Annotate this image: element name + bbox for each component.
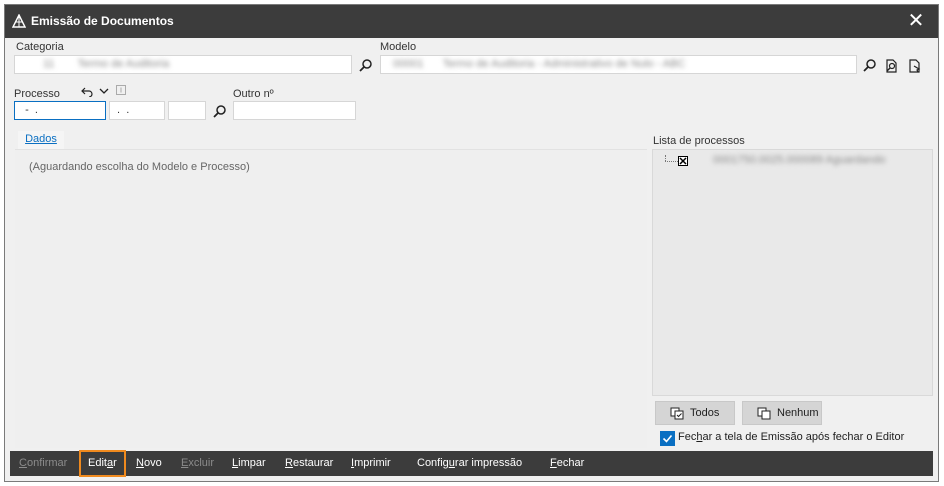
confirm-button[interactable]: Confirmar xyxy=(19,451,67,476)
search-icon[interactable] xyxy=(358,58,374,74)
close-after-editor-checkbox[interactable] xyxy=(660,431,675,446)
new-text: ovo xyxy=(143,457,162,469)
restore-button[interactable]: Restaurar xyxy=(285,451,333,476)
print-settings-text-post: rar impressão xyxy=(454,457,523,469)
document-arrow-icon[interactable] xyxy=(907,58,923,74)
edit-button[interactable]: Editar xyxy=(79,450,126,477)
process-list: 0001750.0025.000089 Aguardando xyxy=(652,149,933,396)
categoria-code: 11 xyxy=(43,58,55,70)
processo-label: Processo xyxy=(14,88,60,100)
copy-icon xyxy=(757,407,771,420)
print-text: mprimir xyxy=(354,457,391,469)
title-bar: Emissão de Documentos ✕ xyxy=(5,5,938,38)
x-mark-icon xyxy=(679,157,687,165)
search-icon[interactable] xyxy=(862,58,878,74)
close-text: echar xyxy=(556,457,585,469)
item-checkbox[interactable] xyxy=(678,156,688,166)
modelo-label: Modelo xyxy=(380,41,417,53)
delete-button[interactable]: Excluir xyxy=(181,451,214,476)
modelo-value: Termo de Auditoria - Administrativo de N… xyxy=(442,58,686,70)
restore-key: R xyxy=(285,457,293,469)
tab-dados-label: Dados xyxy=(25,133,57,145)
clear-button[interactable]: Limpar xyxy=(232,451,266,476)
modelo-code: 00001 xyxy=(393,58,424,70)
select-all-button[interactable]: Todos xyxy=(655,401,735,425)
option-text-pre: Fec xyxy=(678,431,697,443)
delete-text: xcluir xyxy=(188,457,215,469)
processo-part-1: - . xyxy=(19,104,38,116)
new-key: N xyxy=(136,457,144,469)
chevron-down-icon[interactable] xyxy=(98,85,110,97)
confirm-key: C xyxy=(19,457,27,469)
close-button[interactable]: Fechar xyxy=(550,451,584,476)
modelo-field[interactable]: 00001 Termo de Auditoria - Administrativ… xyxy=(380,55,857,74)
waiting-message: (Aguardando escolha do Modelo e Processo… xyxy=(29,161,250,173)
close-icon[interactable]: ✕ xyxy=(906,11,926,31)
emissao-window: Emissão de Documentos ✕ Categoria 11 Ter… xyxy=(4,4,939,482)
window-title: Emissão de Documentos xyxy=(31,14,174,28)
outro-field[interactable] xyxy=(233,101,356,120)
select-none-label: Nenhum xyxy=(777,407,819,419)
tab-dados[interactable]: Dados xyxy=(18,131,64,151)
check-icon xyxy=(662,434,673,443)
search-icon[interactable] xyxy=(212,104,228,120)
close-after-editor-label[interactable]: Fechar a tela de Emissão após fechar o E… xyxy=(678,431,904,443)
option-text-post: ar a tela de Emissão após fechar o Edito… xyxy=(702,431,905,443)
processo-field-1[interactable]: - . xyxy=(14,101,106,120)
categoria-value: Termo de Auditoria xyxy=(77,58,170,70)
clear-text: impar xyxy=(238,457,266,469)
outro-label: Outro nº xyxy=(233,88,274,100)
close-key: F xyxy=(550,457,557,469)
select-none-button[interactable]: Nenhum xyxy=(742,401,822,425)
processo-field-2[interactable]: . . xyxy=(109,101,165,120)
restore-text: estaurar xyxy=(292,457,334,469)
list-item-text: 0001750.0025.000089 Aguardando xyxy=(713,154,886,166)
confirm-text: onfirmar xyxy=(26,457,68,469)
edit-text-pre: Edit xyxy=(88,457,107,469)
processo-part-2: . . xyxy=(114,104,130,116)
select-all-label: Todos xyxy=(690,407,720,419)
print-button[interactable]: Imprimir xyxy=(351,451,391,476)
document-logo-icon xyxy=(12,14,26,28)
info-icon xyxy=(116,85,126,95)
copy-check-icon xyxy=(670,407,684,420)
categoria-field[interactable]: 11 Termo de Auditoria xyxy=(14,55,352,74)
undo-arrow-icon[interactable] xyxy=(81,85,93,97)
print-settings-text-pre: Config xyxy=(417,457,449,469)
edit-text-post: r xyxy=(113,457,117,469)
categoria-label: Categoria xyxy=(16,41,64,53)
new-button[interactable]: Novo xyxy=(136,451,162,476)
lista-title: Lista de processos xyxy=(653,135,745,147)
bottom-toolbar: Confirmar Editar Novo Excluir Limpar Res… xyxy=(10,450,933,477)
search-document-icon[interactable] xyxy=(884,58,900,74)
processo-field-3[interactable] xyxy=(168,101,206,120)
list-item[interactable]: 0001750.0025.000089 Aguardando xyxy=(653,153,932,169)
dados-panel: (Aguardando escolha do Modelo e Processo… xyxy=(15,149,647,448)
print-settings-button[interactable]: Configurar impressão xyxy=(417,451,522,476)
